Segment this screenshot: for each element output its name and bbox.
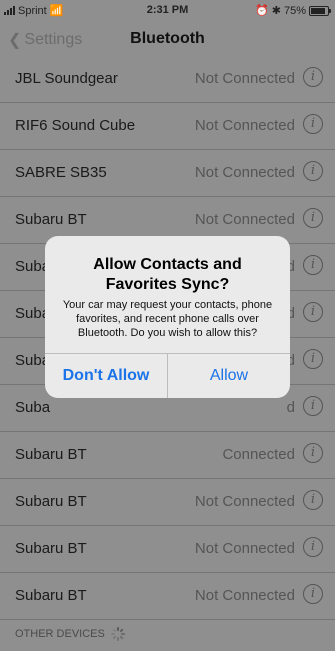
other-devices-header: OTHER DEVICES [15,627,125,641]
info-icon[interactable]: i [303,208,323,228]
info-icon[interactable]: i [303,114,323,134]
info-icon[interactable]: i [303,161,323,181]
device-name: SABRE SB35 [15,164,107,181]
device-status: Connected [222,446,295,463]
device-name: Suba [15,399,51,416]
navigation-bar: ❮ Settings Bluetooth [0,22,335,56]
status-right: ⏰ ✱ 75% [255,4,331,17]
device-name: Subaru BT [15,446,87,463]
info-icon[interactable]: i [303,443,323,463]
device-row[interactable]: Subaru BT Not Connected i [0,479,335,526]
device-row[interactable]: Subaru BT Not Connected i [0,526,335,573]
device-status: Not Connected [194,493,295,510]
info-icon[interactable]: i [303,67,323,87]
allow-button[interactable]: Allow [168,354,290,398]
info-icon[interactable]: i [303,302,323,322]
alert-message: Your car may request your contacts, phon… [62,299,273,339]
device-status: Not Connected [194,117,295,134]
device-name: Subaru BT [15,493,87,510]
alert-title: Allow Contacts and Favorites Sync? [93,256,242,293]
other-devices-label: OTHER DEVICES [15,628,105,640]
device-name: Subaru BT [15,540,87,557]
loading-spinner-icon [110,627,125,641]
device-name: Subaru BT [15,211,87,228]
status-bar: Sprint 📶 2:31 PM ⏰ ✱ 75% [0,0,335,22]
device-row[interactable]: Subaru BT Not Connected i [0,573,335,620]
device-status: Not Connected [194,587,295,604]
device-name: RIF6 Sound Cube [15,117,136,134]
info-icon[interactable]: i [303,255,323,275]
battery-icon [309,5,331,16]
info-icon[interactable]: i [303,396,323,416]
page-title: Bluetooth [130,30,205,47]
battery-percent: 75% [283,4,306,17]
device-status: Not Connected [194,540,295,557]
info-icon[interactable]: i [303,584,323,604]
info-icon[interactable]: i [303,490,323,510]
device-row[interactable]: SABRE SB35 Not Connected i [0,150,335,197]
contacts-sync-alert: Allow Contacts and Favorites Sync? Your … [45,236,290,398]
device-status: d [286,399,295,416]
device-row[interactable]: Subaru BT Connected i [0,432,335,479]
device-status: Not Connected [194,211,295,228]
alarm-icon: ⏰ [255,5,269,17]
device-name: JBL Soundgear [15,70,118,87]
device-row[interactable]: JBL Soundgear Not Connected i [0,56,335,103]
bluetooth-icon: ✱ [271,5,281,17]
info-icon[interactable]: i [303,349,323,369]
device-row[interactable]: RIF6 Sound Cube Not Connected i [0,103,335,150]
dont-allow-button[interactable]: Don't Allow [45,354,168,398]
device-name: Subaru BT [15,587,87,604]
device-status: Not Connected [194,164,295,181]
alert-buttons: Don't Allow Allow [45,353,290,398]
device-status: Not Connected [194,70,295,87]
info-icon[interactable]: i [303,537,323,557]
